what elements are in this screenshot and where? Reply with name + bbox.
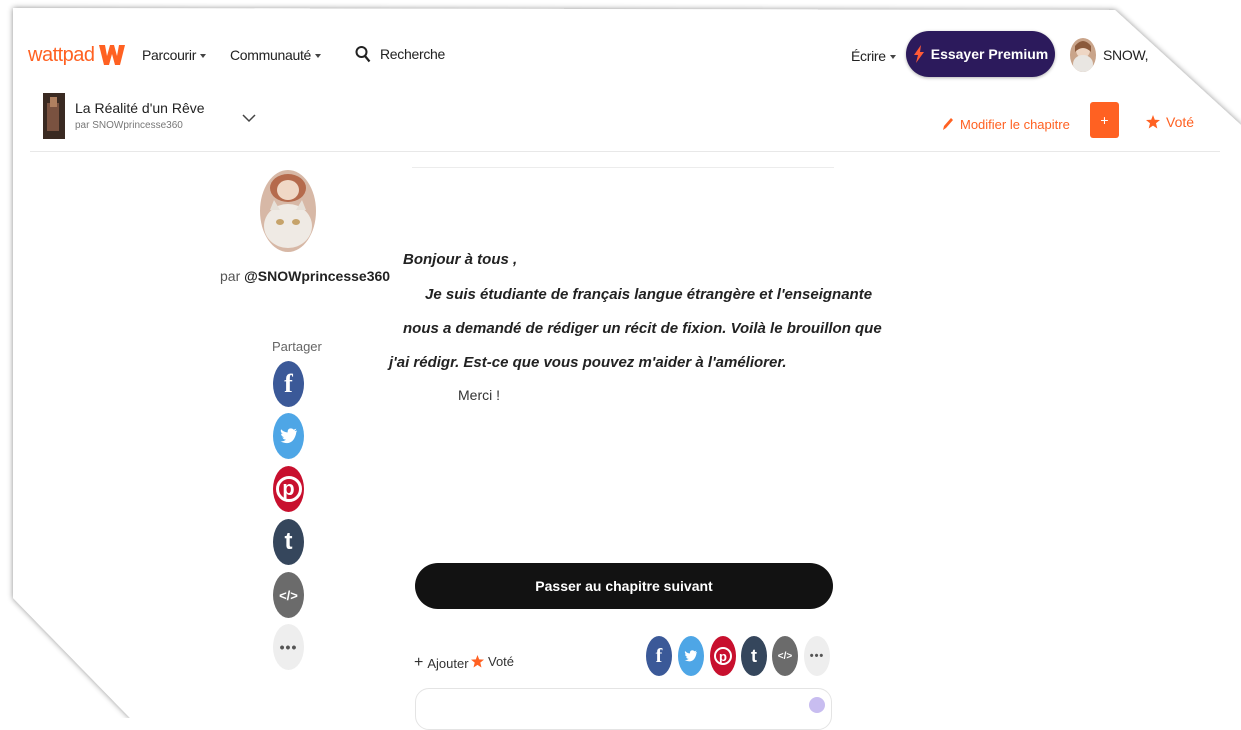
caret-down-icon xyxy=(315,54,322,59)
pinterest-share-bottom[interactable]: p xyxy=(710,636,736,676)
embed-share-bottom[interactable]: </> xyxy=(772,636,798,676)
story-paragraph-5: Merci ! xyxy=(458,387,500,403)
write-menu[interactable]: Écrire xyxy=(851,48,896,64)
tumblr-icon: t xyxy=(284,528,293,555)
embed-icon: </> xyxy=(777,650,793,662)
modify-chapter-label: Modifier le chapitre xyxy=(960,116,1070,132)
username[interactable]: SNOW, xyxy=(1103,47,1148,63)
share-label: Partager xyxy=(272,339,322,354)
chevron-down-icon[interactable] xyxy=(242,113,256,123)
search-input[interactable]: Recherche xyxy=(380,46,445,62)
story-paragraph-3: nous a demandé de rédiger un récit de fi… xyxy=(403,320,882,337)
pinterest-icon: p xyxy=(714,647,732,665)
logo-text: wattpad xyxy=(28,43,95,66)
lightning-icon xyxy=(913,45,924,63)
story-author: par SNOWprincesse360 xyxy=(75,120,183,131)
vote-button[interactable]: Voté xyxy=(1146,114,1194,130)
facebook-icon: f xyxy=(284,369,293,398)
content-divider xyxy=(412,167,834,168)
pinterest-icon: p xyxy=(275,476,302,502)
nav-browse[interactable]: Parcourir xyxy=(142,47,207,63)
story-cover-thumbnail[interactable] xyxy=(43,93,65,139)
user-avatar[interactable] xyxy=(1070,38,1096,72)
pencil-icon xyxy=(943,118,953,130)
story-paragraph-4: j'ai rédigr. Est-ce que vous pouvez m'ai… xyxy=(389,354,787,371)
search-icon xyxy=(355,46,371,63)
search-bar[interactable]: Recherche xyxy=(355,45,445,63)
add-label: Ajouter xyxy=(427,655,469,671)
tumblr-share-bottom[interactable]: t xyxy=(741,636,767,676)
embed-icon: </> xyxy=(279,587,298,603)
author-byline[interactable]: par @SNOWprincesse360 xyxy=(220,268,390,284)
plus-icon: + xyxy=(1100,112,1109,128)
author-avatar-image xyxy=(260,170,316,252)
author-avatar[interactable] xyxy=(260,170,316,252)
story-info[interactable]: La Réalité d'un Rêve par SNOWprincesse36… xyxy=(75,100,205,131)
vote-label: Voté xyxy=(1166,114,1195,130)
star-icon xyxy=(471,655,484,668)
twitter-icon xyxy=(684,650,697,662)
modify-chapter-button[interactable]: Modifier le chapitre xyxy=(941,116,1070,132)
add-to-library-button[interactable]: + Ajouter xyxy=(414,654,469,672)
wattpad-logo[interactable]: wattpad xyxy=(28,42,127,68)
caret-down-icon xyxy=(200,54,207,59)
facebook-share-button[interactable]: f xyxy=(273,361,304,407)
comment-input[interactable] xyxy=(415,688,832,730)
write-label: Écrire xyxy=(851,48,886,64)
nav-browse-label: Parcourir xyxy=(142,47,197,63)
nav-community[interactable]: Communauté xyxy=(230,47,322,63)
plus-icon: + xyxy=(414,654,424,671)
star-icon xyxy=(1146,115,1160,129)
caret-down-icon xyxy=(889,55,896,60)
embed-share-button[interactable]: </> xyxy=(273,572,304,618)
comment-avatar-icon xyxy=(809,697,825,713)
facebook-share-bottom[interactable]: f xyxy=(646,636,672,676)
wattpad-w-icon xyxy=(98,45,125,65)
next-chapter-button[interactable]: Passer au chapitre suivant xyxy=(415,563,833,609)
author-handle: @SNOWprincesse360 xyxy=(244,268,391,284)
user-avatar-image xyxy=(1070,38,1096,72)
story-paragraph-1: Bonjour à tous , xyxy=(403,251,518,268)
header-divider xyxy=(30,151,1220,152)
vote-bottom-button[interactable]: Voté xyxy=(471,654,514,669)
pinterest-share-button[interactable]: p xyxy=(273,466,304,512)
more-share-button[interactable]: ••• xyxy=(273,624,304,670)
more-share-bottom[interactable]: ••• xyxy=(804,636,830,676)
story-paragraph-2: Je suis étudiante de français langue étr… xyxy=(425,286,873,303)
by-prefix: par xyxy=(220,268,241,284)
twitter-share-button[interactable] xyxy=(273,413,304,459)
more-icon: ••• xyxy=(809,650,825,662)
twitter-icon xyxy=(279,428,297,444)
more-icon: ••• xyxy=(279,639,298,655)
tumblr-icon: t xyxy=(751,645,757,666)
twitter-share-bottom[interactable] xyxy=(678,636,704,676)
nav-community-label: Communauté xyxy=(230,47,312,63)
try-premium-button[interactable]: Essayer Premium xyxy=(906,31,1055,77)
add-to-list-button[interactable]: + xyxy=(1090,102,1119,138)
vote-bottom-label: Voté xyxy=(488,654,515,669)
facebook-icon: f xyxy=(655,644,663,667)
story-cover-image xyxy=(43,93,65,139)
next-chapter-label: Passer au chapitre suivant xyxy=(535,578,713,594)
tumblr-share-button[interactable]: t xyxy=(273,519,304,565)
premium-label: Essayer Premium xyxy=(930,46,1049,62)
story-title: La Réalité d'un Rêve xyxy=(75,100,205,116)
